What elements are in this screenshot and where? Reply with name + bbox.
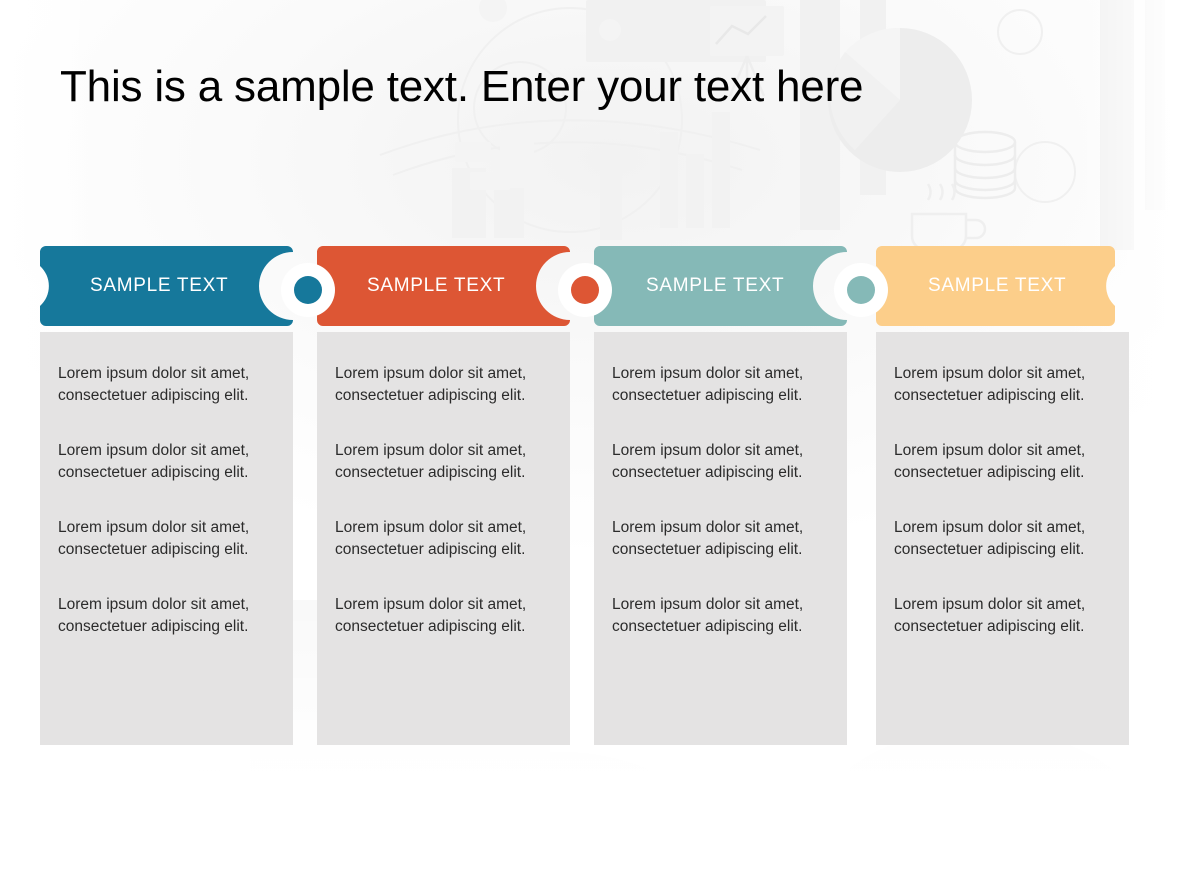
column-4-bullets: Lorem ipsum dolor sit amet, consectetuer… xyxy=(876,332,1129,745)
column-3-label: SAMPLE TEXT xyxy=(646,275,785,296)
connector-ring-1 xyxy=(281,263,335,317)
list-item: Lorem ipsum dolor sit amet, consectetuer… xyxy=(612,365,804,404)
column-3-bullets: Lorem ipsum dolor sit amet, consectetuer… xyxy=(594,332,847,745)
connector-ring-2 xyxy=(558,263,612,317)
column-4-banner[interactable]: SAMPLE TEXT xyxy=(876,240,1129,336)
list-item: Lorem ipsum dolor sit amet, consectetuer… xyxy=(894,442,1086,481)
list-item: Lorem ipsum dolor sit amet, consectetuer… xyxy=(58,519,250,558)
document-watermark xyxy=(586,0,1165,250)
column-1-banner[interactable]: SAMPLE TEXT xyxy=(40,240,293,336)
list-item: Lorem ipsum dolor sit amet, consectetuer… xyxy=(335,519,527,558)
connector-ring-3 xyxy=(834,263,888,317)
column-2-banner[interactable]: SAMPLE TEXT xyxy=(317,240,570,336)
list-item: Lorem ipsum dolor sit amet, consectetuer… xyxy=(335,365,527,404)
column-1-label: SAMPLE TEXT xyxy=(90,275,229,296)
connector-dot-1 xyxy=(294,276,322,304)
list-item: Lorem ipsum dolor sit amet, consectetuer… xyxy=(335,596,527,635)
circle-outline-watermark xyxy=(457,7,683,233)
list-item: Lorem ipsum dolor sit amet, consectetuer… xyxy=(894,365,1086,404)
connector-dot-3 xyxy=(847,276,875,304)
column-1: SAMPLE TEXT Lorem ipsum dolor sit amet, … xyxy=(40,240,293,745)
stacked-coins-watermark xyxy=(953,130,1017,200)
column-1-bullets: Lorem ipsum dolor sit amet, consectetuer… xyxy=(40,332,293,745)
column-4: SAMPLE TEXT Lorem ipsum dolor sit amet, … xyxy=(876,240,1129,745)
list-item: Lorem ipsum dolor sit amet, consectetuer… xyxy=(612,596,804,635)
list-item: Lorem ipsum dolor sit amet, consectetuer… xyxy=(58,442,250,481)
connector-dot-2 xyxy=(571,276,599,304)
presentation-slide: This is a sample text. Enter your text h… xyxy=(0,0,1180,885)
page-title: This is a sample text. Enter your text h… xyxy=(60,62,864,111)
column-2-label: SAMPLE TEXT xyxy=(367,275,506,296)
list-item: Lorem ipsum dolor sit amet, consectetuer… xyxy=(58,596,250,635)
list-item: Lorem ipsum dolor sit amet, consectetuer… xyxy=(612,519,804,558)
list-item: Lorem ipsum dolor sit amet, consectetuer… xyxy=(612,442,804,481)
column-2-bullets: Lorem ipsum dolor sit amet, consectetuer… xyxy=(317,332,570,745)
bar-chart-watermark xyxy=(452,112,730,240)
list-item: Lorem ipsum dolor sit amet, consectetuer… xyxy=(894,596,1086,635)
column-3: SAMPLE TEXT Lorem ipsum dolor sit amet, … xyxy=(594,240,847,745)
column-3-banner[interactable]: SAMPLE TEXT xyxy=(594,240,847,336)
list-item: Lorem ipsum dolor sit amet, consectetuer… xyxy=(894,519,1086,558)
column-2: SAMPLE TEXT Lorem ipsum dolor sit amet, … xyxy=(317,240,570,745)
column-4-label: SAMPLE TEXT xyxy=(928,275,1067,296)
list-item: Lorem ipsum dolor sit amet, consectetuer… xyxy=(335,442,527,481)
list-item: Lorem ipsum dolor sit amet, consectetuer… xyxy=(58,365,250,404)
